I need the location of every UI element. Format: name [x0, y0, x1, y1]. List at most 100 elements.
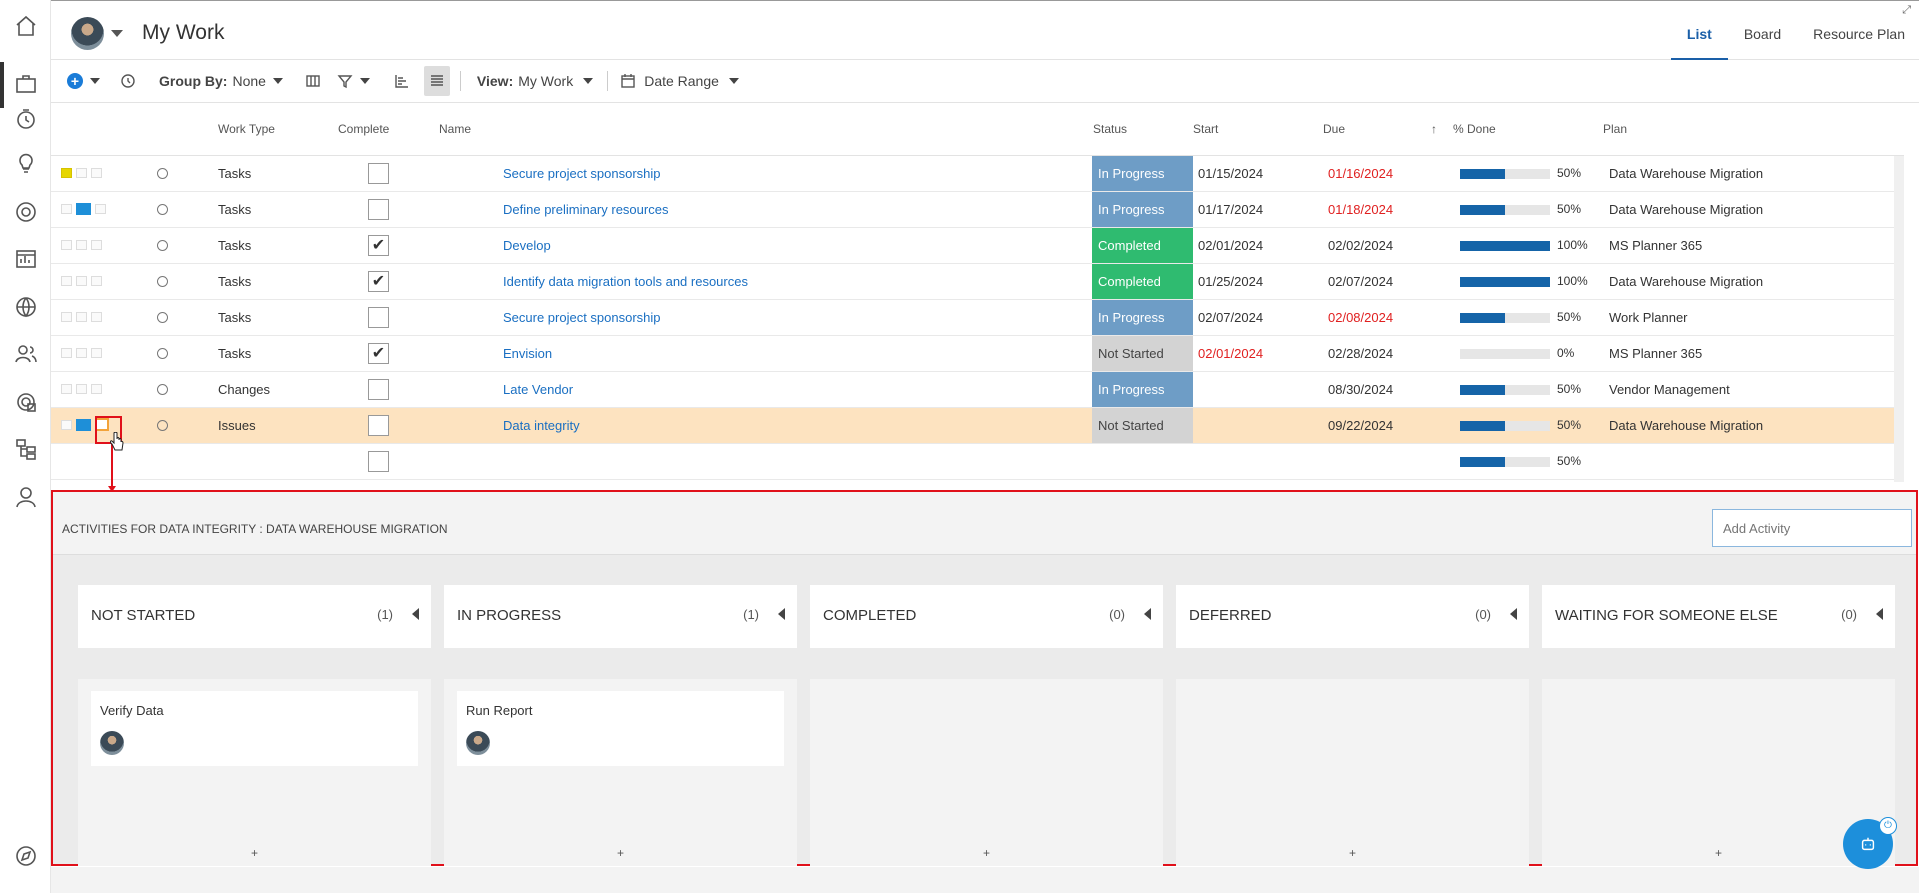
- add-card-button[interactable]: +: [810, 846, 1163, 860]
- comment-icon[interactable]: [76, 384, 87, 394]
- comment-icon[interactable]: [76, 203, 91, 215]
- collapse-chevron-icon[interactable]: [1144, 608, 1151, 620]
- col-complete[interactable]: Complete: [338, 122, 389, 136]
- columns-icon[interactable]: [305, 66, 321, 96]
- complete-checkbox[interactable]: [368, 451, 389, 472]
- sort-ascending-icon[interactable]: ↑: [1431, 122, 1437, 136]
- complete-checkbox[interactable]: ✔: [368, 235, 389, 256]
- row-select-radio[interactable]: [157, 204, 168, 215]
- resources-icon[interactable]: [13, 341, 39, 367]
- note-icon[interactable]: [61, 204, 72, 214]
- collapse-chevron-icon[interactable]: [1510, 608, 1517, 620]
- power-icon[interactable]: ⏻: [1879, 817, 1897, 835]
- home-icon[interactable]: [13, 13, 39, 39]
- table-row[interactable]: Tasks ✔ Identify data migration tools and …: [51, 264, 1904, 300]
- globe-icon[interactable]: [13, 294, 39, 320]
- comment-icon[interactable]: [76, 240, 87, 250]
- row-select-radio[interactable]: [157, 240, 168, 251]
- reports-icon[interactable]: [13, 246, 39, 272]
- activity-card[interactable]: Verify Data: [91, 691, 418, 766]
- task-name-link[interactable]: Define preliminary resources: [503, 192, 668, 227]
- col-work-type[interactable]: Work Type: [218, 122, 275, 136]
- add-activity-input[interactable]: [1712, 509, 1912, 547]
- col-name[interactable]: Name: [439, 122, 471, 136]
- lightbulb-icon[interactable]: [13, 151, 39, 177]
- complete-checkbox[interactable]: [368, 379, 389, 400]
- table-row[interactable]: Tasks ✔ Develop Completed 02/01/2024 02/02/20…: [51, 228, 1904, 264]
- group-by-dropdown[interactable]: Group By: None: [159, 66, 283, 96]
- add-card-button[interactable]: +: [1176, 846, 1529, 860]
- complete-checkbox[interactable]: ✔: [368, 271, 389, 292]
- activities-icon[interactable]: [91, 240, 102, 250]
- table-row[interactable]: Tasks Secure project sponsorship In Progre…: [51, 156, 1904, 192]
- row-select-radio[interactable]: [157, 312, 168, 323]
- task-name-link[interactable]: Secure project sponsorship: [503, 156, 661, 191]
- task-name-link[interactable]: Identify data migration tools and resour…: [503, 264, 748, 299]
- portfolio-icon[interactable]: [13, 389, 39, 415]
- gantt-icon[interactable]: [394, 66, 410, 96]
- table-row[interactable]: Tasks ✔ Envision Not Started 02/01/2024 02/28…: [51, 336, 1904, 372]
- compass-icon[interactable]: [13, 843, 39, 869]
- table-row[interactable]: Changes Late Vendor In Progress 08/30/2024 5…: [51, 372, 1904, 408]
- hierarchy-icon[interactable]: [13, 436, 39, 462]
- comment-icon[interactable]: [76, 348, 87, 358]
- activities-icon[interactable]: [91, 276, 102, 286]
- note-icon[interactable]: [61, 312, 72, 322]
- row-select-radio[interactable]: [157, 384, 168, 395]
- note-icon[interactable]: [61, 168, 72, 178]
- task-name-link[interactable]: Secure project sponsorship: [503, 300, 661, 335]
- add-card-button[interactable]: +: [1542, 846, 1895, 860]
- activities-icon[interactable]: [95, 204, 106, 214]
- collapse-chevron-icon[interactable]: [778, 608, 785, 620]
- add-card-button[interactable]: +: [444, 846, 797, 860]
- row-select-radio[interactable]: [157, 420, 168, 431]
- expand-icon[interactable]: ⤢: [1902, 4, 1911, 17]
- complete-checkbox[interactable]: [368, 163, 389, 184]
- note-icon[interactable]: [61, 348, 72, 358]
- date-range-dropdown[interactable]: Date Range: [620, 66, 739, 96]
- task-name-link[interactable]: Data integrity: [503, 408, 580, 443]
- comment-icon[interactable]: [76, 168, 87, 178]
- col-start[interactable]: Start: [1193, 122, 1218, 136]
- note-icon[interactable]: [61, 240, 72, 250]
- tab-resource-plan[interactable]: Resource Plan: [1797, 1, 1919, 60]
- activities-icon[interactable]: [91, 384, 102, 394]
- col-plan[interactable]: Plan: [1603, 122, 1627, 136]
- view-dropdown[interactable]: View: My Work: [477, 66, 594, 96]
- timesheet-icon[interactable]: [13, 106, 39, 132]
- grid-scrollbar[interactable]: [1894, 156, 1904, 482]
- task-name-link[interactable]: Envision: [503, 336, 552, 371]
- col-status[interactable]: Status: [1093, 122, 1127, 136]
- row-select-radio[interactable]: [157, 348, 168, 359]
- row-select-radio[interactable]: [157, 168, 168, 179]
- complete-checkbox[interactable]: [368, 199, 389, 220]
- grid-view-icon[interactable]: [423, 66, 450, 96]
- chevron-down-icon[interactable]: [111, 30, 123, 37]
- comment-icon[interactable]: [76, 276, 87, 286]
- activities-icon[interactable]: [91, 312, 102, 322]
- task-name-link[interactable]: Late Vendor: [503, 372, 573, 407]
- activities-icon[interactable]: [91, 348, 102, 358]
- note-icon[interactable]: [61, 276, 72, 286]
- activities-icon[interactable]: [91, 168, 102, 178]
- col-pct-done[interactable]: % Done: [1453, 122, 1496, 136]
- history-icon[interactable]: [120, 66, 136, 96]
- filter-icon[interactable]: [337, 66, 370, 96]
- comment-icon[interactable]: [76, 312, 87, 322]
- user-avatar[interactable]: [71, 17, 104, 50]
- complete-checkbox[interactable]: [368, 415, 389, 436]
- comment-icon[interactable]: [76, 419, 91, 431]
- tab-list[interactable]: List: [1670, 1, 1728, 60]
- target-icon[interactable]: [13, 199, 39, 225]
- table-row[interactable]: Issues Data integrity Not Started 09/22/202…: [51, 408, 1904, 444]
- tab-board[interactable]: Board: [1728, 1, 1797, 60]
- table-row[interactable]: 50%: [51, 444, 1904, 480]
- note-icon[interactable]: [61, 420, 72, 430]
- task-name-link[interactable]: Develop: [503, 228, 551, 263]
- row-select-radio[interactable]: [157, 276, 168, 287]
- add-button[interactable]: +: [67, 66, 100, 96]
- collapse-chevron-icon[interactable]: [412, 608, 419, 620]
- table-row[interactable]: Tasks Secure project sponsorship In Progre…: [51, 300, 1904, 336]
- user-icon[interactable]: [13, 484, 39, 510]
- chat-bot-button[interactable]: ⏻: [1843, 817, 1897, 869]
